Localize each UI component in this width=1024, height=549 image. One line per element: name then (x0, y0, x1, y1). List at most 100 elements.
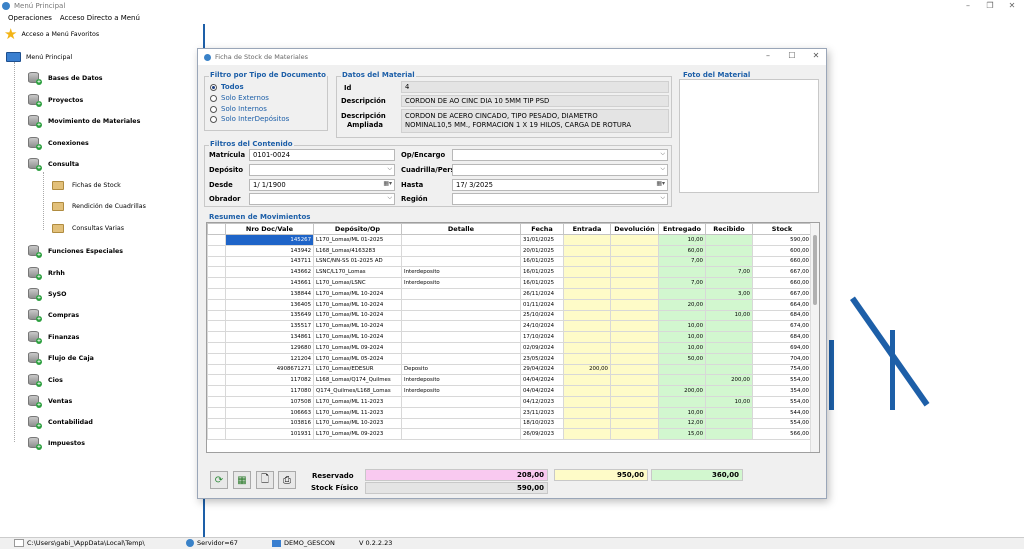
cell-nro-doc[interactable]: 143661 (225, 277, 314, 289)
tree-item-consulta[interactable]: + Consulta (28, 158, 79, 171)
cell-devolucion[interactable] (610, 331, 659, 343)
header-nro-doc[interactable]: Nro Doc/Vale (225, 223, 314, 235)
tree-item-ventas[interactable]: + Ventas (28, 395, 72, 408)
tree-item-flujo-de-caja[interactable]: + Flujo de Caja (28, 352, 94, 365)
cell-detalle[interactable] (401, 298, 521, 311)
cell-fecha[interactable]: 29/04/2024 (520, 363, 564, 376)
cell-devolucion[interactable] (610, 352, 659, 365)
cell-devolucion[interactable] (610, 385, 659, 397)
row-selector[interactable] (207, 234, 226, 246)
cell-stock[interactable]: 660,00 (752, 255, 812, 268)
calendar-icon[interactable]: ▦▾ (656, 180, 665, 187)
cell-entregado[interactable] (658, 309, 706, 322)
excel-button[interactable]: ▦ (233, 471, 251, 489)
table-row[interactable]: 129680 L170_Lomas/ML 09-2024 02/09/2024 10,… (207, 341, 812, 354)
vertical-scrollbar[interactable] (810, 223, 819, 452)
cell-entregado[interactable]: 10,00 (658, 234, 706, 246)
row-selector[interactable] (207, 374, 226, 387)
cell-fecha[interactable]: 16/01/2025 (520, 266, 564, 279)
row-selector[interactable] (207, 298, 226, 311)
cell-fecha[interactable]: 16/01/2025 (520, 255, 564, 268)
calendar-icon[interactable]: ▦▾ (383, 180, 392, 187)
minimize-icon[interactable]: – (960, 0, 976, 12)
row-selector[interactable] (207, 406, 226, 419)
row-selector[interactable] (207, 320, 226, 333)
cell-deposito[interactable]: L170_Lomas/LSNC (313, 277, 402, 289)
table-row[interactable]: 121204 L170_Lomas/ML 05-2024 23/05/2024 50,… (207, 352, 812, 365)
refresh-button[interactable]: ⟳ (210, 471, 228, 489)
cell-fecha[interactable]: 16/01/2025 (520, 277, 564, 289)
cell-recibido[interactable] (705, 234, 753, 246)
cell-entregado[interactable]: 10,00 (658, 406, 706, 419)
cell-recibido[interactable] (705, 385, 753, 397)
cell-stock[interactable]: 667,00 (752, 287, 812, 300)
cell-entrada[interactable] (563, 428, 611, 441)
cell-entrada[interactable] (563, 287, 611, 300)
radio-solo-externos[interactable]: Solo Externos (210, 94, 269, 102)
cell-nro-doc[interactable]: 143942 (225, 244, 314, 257)
cell-deposito[interactable]: L170_Lomas/ML 10-2024 (313, 331, 402, 343)
header-deposito[interactable]: Depósito/Op (313, 223, 402, 235)
cell-stock[interactable]: 660,00 (752, 277, 812, 289)
tree-item-rendicion-cuadrillas[interactable]: Rendición de Cuadrillas (52, 202, 146, 211)
cell-deposito[interactable]: LSNC/L170_Lomas (313, 266, 402, 279)
hasta-date-field[interactable]: 17/ 3/2025 ▦▾ (452, 179, 668, 191)
cell-entregado[interactable] (658, 374, 706, 387)
cell-entrada[interactable] (563, 255, 611, 268)
cell-deposito[interactable]: L170_Lomas/ML 11-2023 (313, 395, 402, 408)
cell-detalle[interactable] (401, 309, 521, 322)
row-selector[interactable] (207, 244, 226, 257)
table-row[interactable]: 138844 L170_Lomas/ML 10-2024 26/11/2024 3,0… (207, 287, 812, 300)
cell-nro-doc[interactable]: 106663 (225, 406, 314, 419)
cell-devolucion[interactable] (610, 287, 659, 300)
cell-nro-doc[interactable]: 143662 (225, 266, 314, 279)
cell-fecha[interactable]: 20/01/2025 (520, 244, 564, 257)
header-entrada[interactable]: Entrada (563, 223, 611, 235)
cell-entrada[interactable] (563, 320, 611, 333)
cell-stock[interactable]: 590,00 (752, 234, 812, 246)
cell-detalle[interactable] (401, 395, 521, 408)
tree-item-conexiones[interactable]: + Conexiones (28, 137, 89, 150)
cell-stock[interactable]: 674,00 (752, 320, 812, 333)
row-selector[interactable] (207, 331, 226, 343)
table-row[interactable]: 136405 L170_Lomas/ML 10-2024 01/11/2024 20,… (207, 298, 812, 311)
row-selector[interactable] (207, 428, 226, 441)
cell-entregado[interactable]: 50,00 (658, 352, 706, 365)
table-row[interactable]: 135649 L170_Lomas/ML 10-2024 25/10/2024 10,… (207, 309, 812, 322)
cell-deposito[interactable]: L170_Lomas/ML 01-2025 (313, 234, 402, 246)
cell-nro-doc[interactable]: 101931 (225, 428, 314, 441)
cell-recibido[interactable] (705, 363, 753, 376)
header-entregado[interactable]: Entregado (658, 223, 706, 235)
row-selector[interactable] (207, 385, 226, 397)
tree-item-movimiento-materiales[interactable]: + Movimiento de Materiales (28, 115, 140, 128)
cuadrilla-select[interactable]: ⌵ (452, 164, 668, 176)
cell-entregado[interactable]: 7,00 (658, 255, 706, 268)
cell-entregado[interactable]: 10,00 (658, 341, 706, 354)
cell-deposito[interactable]: L170_Lomas/ML 05-2024 (313, 352, 402, 365)
cell-deposito[interactable]: L168_Lomas/Q174_Quilmes (313, 374, 402, 387)
cell-entregado[interactable]: 10,00 (658, 320, 706, 333)
table-row[interactable]: 117082 L168_Lomas/Q174_Quilmes Interdeposi… (207, 374, 812, 387)
cell-recibido[interactable] (705, 298, 753, 311)
cell-recibido[interactable]: 10,00 (705, 309, 753, 322)
row-selector[interactable] (207, 287, 226, 300)
cell-nro-doc[interactable]: 143711 (225, 255, 314, 268)
radio-todos[interactable]: Todos (210, 83, 244, 91)
tree-item-funciones-especiales[interactable]: + Funciones Especiales (28, 245, 123, 258)
tree-item-rrhh[interactable]: + Rrhh (28, 267, 65, 280)
cell-entrada[interactable] (563, 244, 611, 257)
cell-recibido[interactable] (705, 255, 753, 268)
cell-nro-doc[interactable]: 117080 (225, 385, 314, 397)
table-row[interactable]: 101931 L170_Lomas/ML 09-2023 26/09/2023 15,… (207, 428, 812, 441)
cell-detalle[interactable]: Interdeposito (401, 266, 521, 279)
cell-deposito[interactable]: L170_Lomas/EDESUR (313, 363, 402, 376)
cell-detalle[interactable] (401, 255, 521, 268)
radio-solo-interdepositos[interactable]: Solo InterDepósitos (210, 115, 289, 123)
cell-devolucion[interactable] (610, 320, 659, 333)
cell-nro-doc[interactable]: 136405 (225, 298, 314, 311)
cell-nro-doc[interactable]: 117082 (225, 374, 314, 387)
cell-stock[interactable]: 754,00 (752, 363, 812, 376)
copy-button[interactable]: 🗋 (256, 471, 274, 489)
cell-entregado[interactable]: 15,00 (658, 428, 706, 441)
row-selector[interactable] (207, 255, 226, 268)
